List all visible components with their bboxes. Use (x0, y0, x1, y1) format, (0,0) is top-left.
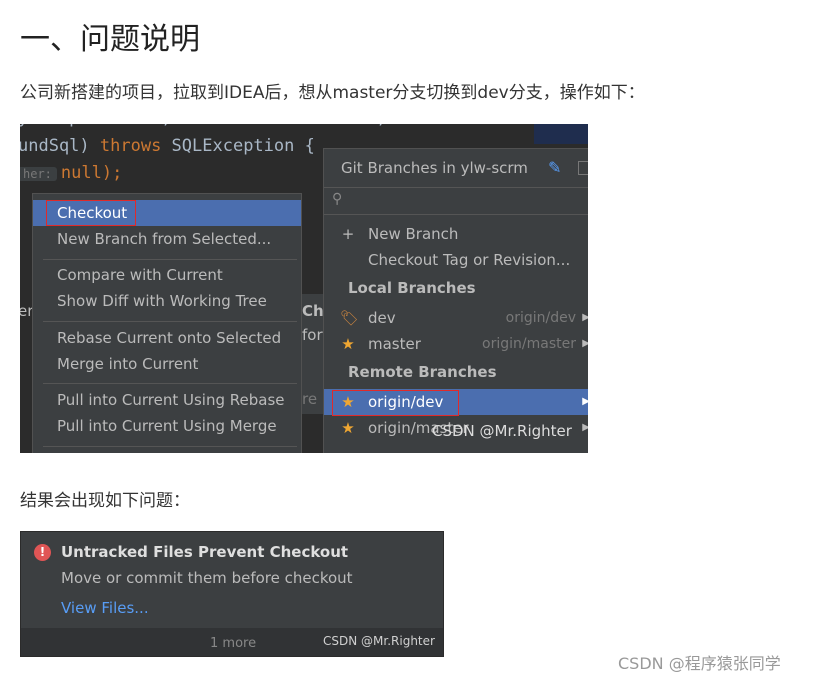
code-line-2: null); (60, 163, 123, 183)
edit-icon[interactable]: ✎ (548, 158, 561, 177)
menu-item-merge-into-current[interactable]: Merge into Current (33, 351, 301, 377)
hidden-text-1: Ch (302, 302, 324, 320)
menu-item-show-diff[interactable]: Show Diff with Working Tree (33, 288, 301, 314)
branch-tracking: origin/dev (505, 310, 576, 326)
notification-footer: 1 more CSDN @Mr.Righter (21, 628, 443, 656)
code-line-1: undSql) throws SQLException { (20, 136, 315, 156)
menu-item-compare-with-current[interactable]: Compare with Current (33, 262, 301, 288)
highlight-box-origin-dev (332, 390, 459, 416)
highlight-box-checkout (46, 200, 136, 226)
ide-notification-screenshot: ! Untracked Files Prevent Checkout Move … (20, 531, 444, 657)
error-icon: ! (34, 544, 51, 561)
image-watermark: CSDN @Mr.Righter (323, 634, 435, 648)
ide-screenshot-branches: yees parameter, Resources resources; und… (20, 124, 588, 453)
page-watermark: CSDN @程序猿张同学 (618, 654, 781, 673)
notification-title: Untracked Files Prevent Checkout (61, 543, 349, 561)
branch-name: dev (368, 309, 396, 327)
action-label: New Branch (368, 225, 459, 243)
menu-separator (43, 259, 297, 260)
menu-item-pull-rebase[interactable]: Pull into Current Using Rebase (33, 387, 301, 413)
intro-paragraph: 公司新搭建的项目，拉取到IDEA后，想从master分支切换到dev分支，操作如… (20, 83, 645, 103)
notification-message: Move or commit them before checkout (61, 569, 353, 587)
settings-icon[interactable] (578, 161, 588, 175)
branch-name: master (368, 335, 421, 353)
branch-tracking: origin/master (482, 336, 576, 352)
git-branches-popup: Git Branches in ylw-scrm ✎ ⚲ + New Branc… (323, 148, 588, 453)
chevron-right-icon: ▶ (582, 422, 588, 433)
branch-local-master[interactable]: ★ master origin/master ▶ (324, 331, 588, 357)
menu-item-new-branch-from-selected[interactable]: New Branch from Selected... (33, 226, 301, 252)
editor-background-strip (534, 124, 588, 144)
hidden-text-3: re (302, 390, 318, 408)
param-hint: her: (20, 167, 57, 181)
menu-separator (43, 383, 297, 384)
branch-context-menu: Checkout New Branch from Selected... Com… (32, 193, 302, 453)
chevron-right-icon: ▶ (582, 312, 588, 323)
plus-icon: + (341, 225, 355, 243)
view-files-link[interactable]: View Files... (61, 599, 149, 617)
tag-icon: 🏷 (340, 309, 360, 327)
search-icon: ⚲ (332, 191, 343, 207)
code-keyword: throws (99, 136, 162, 156)
star-icon: ★ (341, 335, 355, 353)
action-checkout-tag[interactable]: Checkout Tag or Revision... (324, 247, 588, 273)
result-paragraph: 结果会出现如下问题： (20, 491, 190, 511)
menu-item-pull-merge[interactable]: Pull into Current Using Merge (33, 413, 301, 439)
image-watermark: CSDN @Mr.Righter (432, 422, 572, 440)
chevron-right-icon: ▶ (582, 338, 588, 349)
menu-separator (43, 321, 297, 322)
remote-branches-header: Remote Branches (348, 363, 497, 381)
action-new-branch[interactable]: + New Branch (324, 221, 588, 247)
branch-remote-origin-dev[interactable]: ★ origin/dev ▶ (324, 389, 588, 416)
branch-search-input[interactable]: ⚲ (324, 187, 588, 215)
local-branches-header: Local Branches (348, 279, 476, 297)
action-label: Checkout Tag or Revision... (368, 251, 571, 269)
more-notifications-link[interactable]: 1 more (210, 636, 256, 651)
menu-separator (43, 446, 297, 447)
menu-item-rebase-current[interactable]: Rebase Current onto Selected (33, 325, 301, 351)
chevron-right-icon: ▶ (582, 396, 588, 407)
branch-local-dev[interactable]: 🏷 dev origin/dev ▶ (324, 305, 588, 331)
partially-hidden-dialog: Ch for re (300, 294, 325, 414)
hidden-text-2: for (302, 326, 323, 344)
page-heading: 一、问题说明 (20, 22, 200, 57)
star-icon: ★ (341, 419, 355, 437)
